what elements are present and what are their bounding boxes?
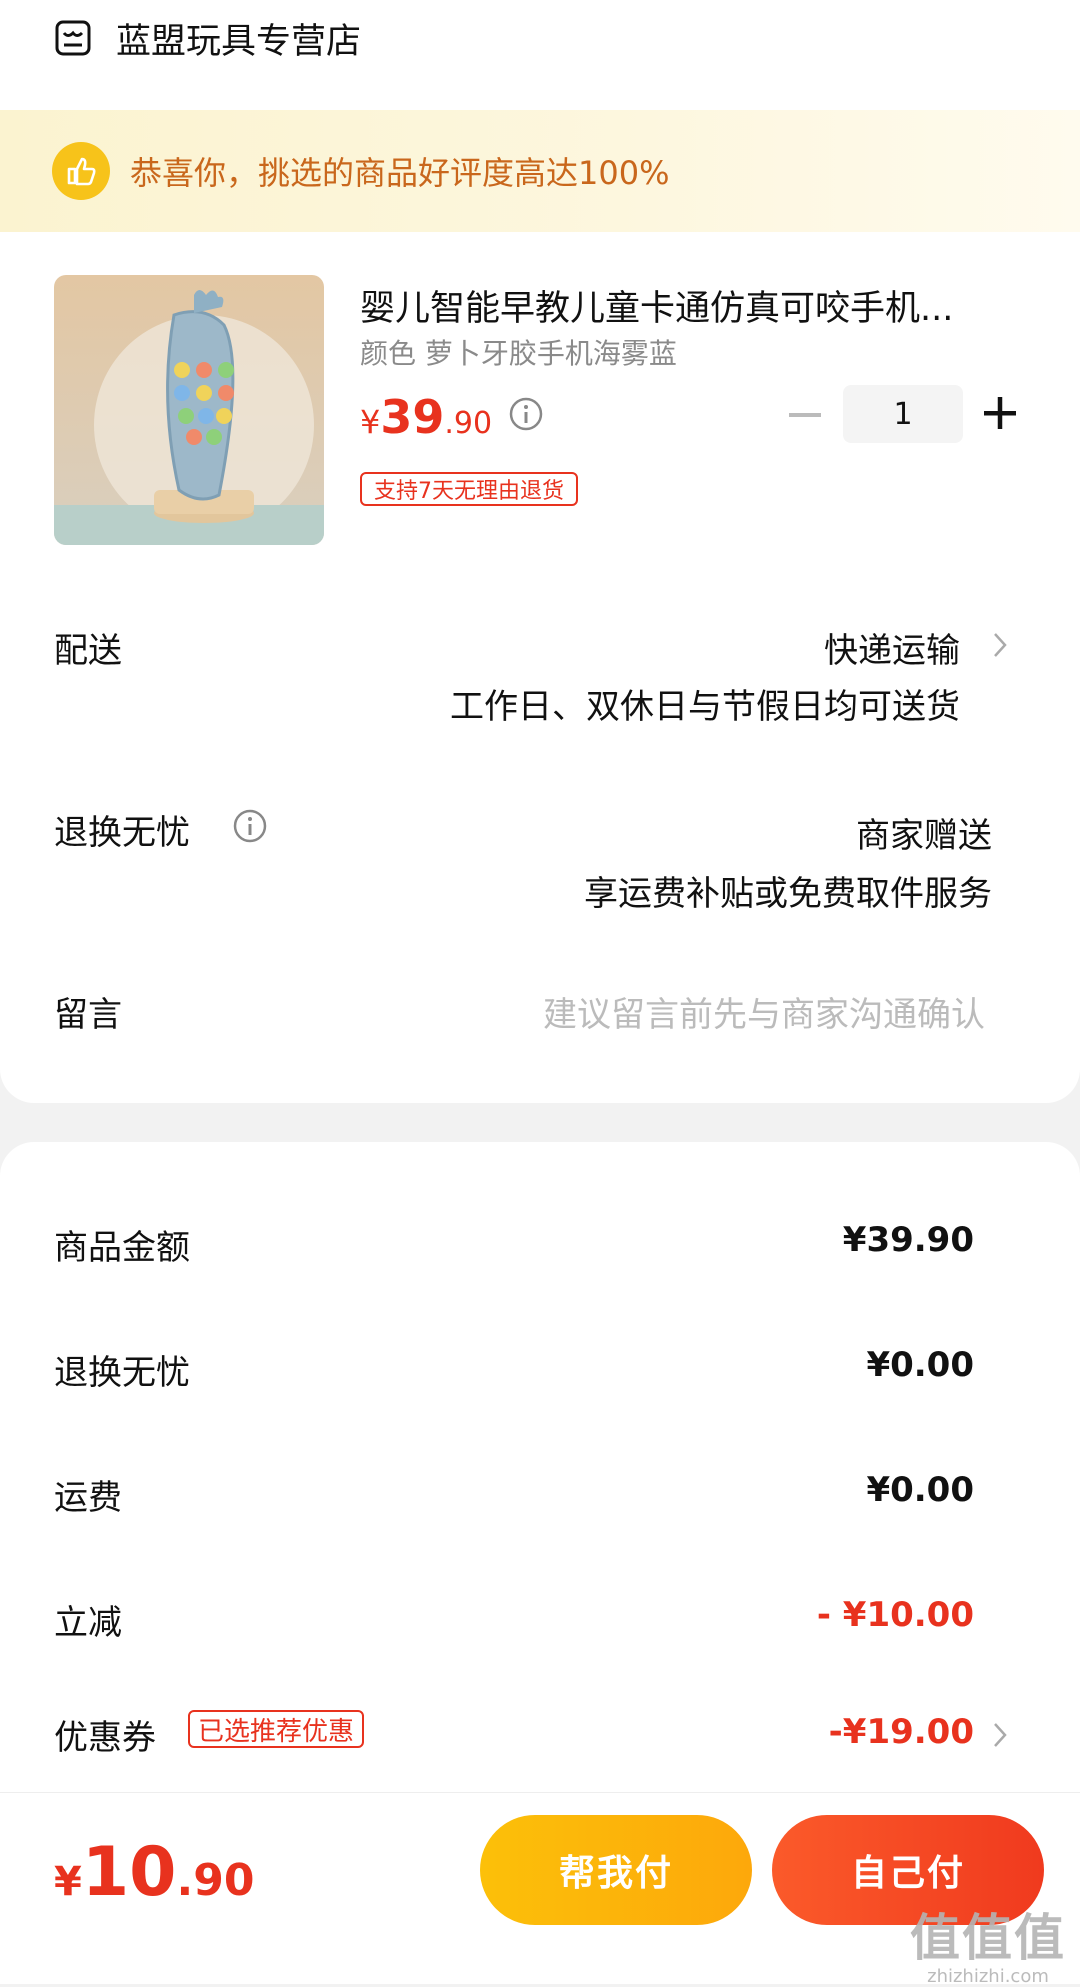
store-icon bbox=[55, 20, 91, 56]
store-name: 蓝盟玩具专营店 bbox=[116, 21, 362, 62]
instant-discount-value: - ¥10.00 bbox=[816, 1595, 974, 1635]
watermark-url: zhizhizhi.com bbox=[927, 1966, 1049, 1987]
worry-free-value: 商家赠送 bbox=[856, 816, 992, 856]
price-info-icon[interactable] bbox=[508, 396, 544, 432]
watermark-logo: 值值值 bbox=[910, 1909, 1066, 1967]
help-me-pay-button[interactable]: 帮我付 bbox=[480, 1815, 752, 1925]
watermark: 值值值 zhizhizhi.com bbox=[910, 1898, 1066, 1987]
worry-free-note: 享运费补贴或免费取件服务 bbox=[584, 874, 992, 914]
thumbs-up-icon bbox=[52, 142, 110, 200]
price-decimal: .90 bbox=[444, 406, 493, 441]
delivery-label: 配送 bbox=[54, 631, 122, 671]
instant-discount-label: 立减 bbox=[54, 1603, 122, 1643]
worry-free-fee-label: 退换无忧 bbox=[54, 1353, 190, 1393]
product-title[interactable]: 婴儿智能早教儿童卡通仿真可咬手机... bbox=[360, 280, 953, 331]
delivery-method[interactable]: 快递运输 bbox=[824, 623, 960, 672]
total-integer: 10 bbox=[81, 1833, 177, 1912]
rating-banner-text: 恭喜你，挑选的商品好评度高达100% bbox=[130, 154, 670, 192]
delivery-chevron-icon[interactable] bbox=[990, 630, 1010, 660]
shipping-fee-value: ¥0.00 bbox=[866, 1470, 974, 1510]
worry-free-label: 退换无忧 bbox=[54, 813, 190, 853]
total-currency: ¥ bbox=[54, 1859, 82, 1905]
quantity-value[interactable]: 1 bbox=[843, 385, 963, 443]
total-decimal: .90 bbox=[176, 1855, 255, 1906]
coupon-label: 优惠券 bbox=[54, 1718, 156, 1758]
goods-amount-label: 商品金额 bbox=[54, 1228, 190, 1268]
store-header[interactable]: 蓝盟玩具专营店 bbox=[54, 8, 361, 68]
message-label: 留言 bbox=[54, 995, 122, 1035]
quantity-increase-button[interactable] bbox=[980, 393, 1020, 433]
order-items-card: 蓝盟玩具专营店 恭喜你，挑选的商品好评度高达100% 婴儿智能早教儿童卡通仿真可… bbox=[0, 0, 1080, 1103]
product-image[interactable] bbox=[54, 275, 324, 545]
worry-free-fee-value: ¥0.00 bbox=[866, 1345, 974, 1385]
product-price: ¥39.90 bbox=[360, 390, 492, 444]
return-policy-badge: 支持7天无理由退货 bbox=[360, 472, 578, 506]
coupon-chevron-icon[interactable] bbox=[990, 1720, 1010, 1750]
product-variant[interactable]: 颜色 萝卜牙胶手机海雾蓝 bbox=[360, 332, 677, 372]
total-price: ¥10.90 bbox=[54, 1833, 254, 1912]
shipping-fee-label: 运费 bbox=[54, 1478, 122, 1518]
coupon-value[interactable]: -¥19.00 bbox=[829, 1712, 974, 1752]
message-input[interactable]: 建议留言前先与商家沟通确认 bbox=[543, 987, 985, 1036]
goods-amount-value: ¥39.90 bbox=[842, 1220, 974, 1260]
checkout-bar: ¥10.90 帮我付 自己付 值值值 zhizhizhi.com bbox=[0, 1792, 1080, 1987]
rating-banner: 恭喜你，挑选的商品好评度高达100% bbox=[0, 110, 1080, 232]
price-currency: ¥ bbox=[360, 403, 381, 441]
worry-free-info-icon[interactable] bbox=[232, 808, 268, 844]
price-integer: 39 bbox=[380, 390, 445, 444]
delivery-note: 工作日、双休日与节假日均可送货 bbox=[450, 687, 960, 727]
quantity-decrease-button[interactable] bbox=[785, 395, 825, 435]
coupon-recommended-badge[interactable]: 已选推荐优惠 bbox=[188, 1710, 365, 1748]
